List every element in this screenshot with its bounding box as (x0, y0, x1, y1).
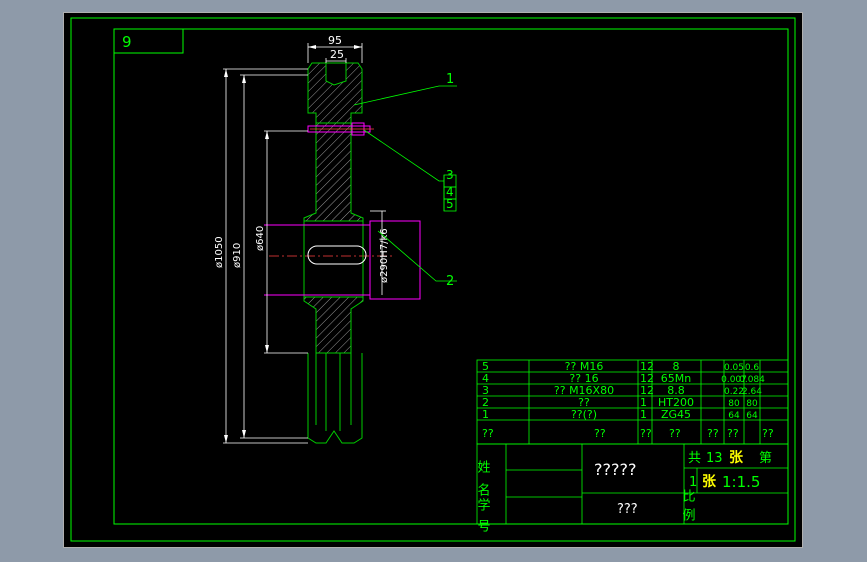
parts-cell-material: ZG45 (661, 408, 691, 421)
parts-cell-total_wt: 80 (746, 399, 758, 409)
id-label: 学号 (475, 497, 491, 540)
parts-header-remark: ?? (762, 427, 774, 440)
sheet-number: 9 (122, 33, 132, 51)
drawing-sheet: 9 95 25 ø1050 ø910 ø640 ø290H7/k6 1 2 3 … (63, 12, 803, 548)
drawing-name: ????? (594, 460, 636, 479)
scale-value: 1:1.5 (722, 473, 760, 491)
balloon-3: 3 (446, 168, 454, 182)
parts-cell-total_wt: 2.64 (742, 387, 762, 397)
sheet-no-label: 第 (759, 451, 772, 466)
balloon-1: 1 (446, 72, 454, 87)
sheet-unit: 张 (729, 450, 744, 466)
dim-inner-dia: ø640 (255, 226, 266, 251)
web-upper (303, 122, 364, 222)
parts-header-unit_wt: ?? (707, 427, 719, 440)
rim-groove (325, 62, 347, 86)
parts-cell-no: 1 (482, 408, 489, 421)
parts-header-no: ?? (482, 427, 494, 440)
school-name: ??? (617, 502, 638, 517)
parts-header-qty: ?? (640, 427, 652, 440)
parts-cell-total_wt: 0.084 (739, 375, 765, 385)
shaft (264, 220, 421, 300)
parts-cell-unit_wt: 0.05 (724, 363, 744, 373)
sheets-total-label: 共 (688, 451, 701, 466)
parts-cell-unit_wt: 80 (728, 399, 740, 409)
inner-border (70, 17, 796, 542)
dim-top-width: 95 (328, 34, 342, 47)
parts-cell-name: ??(?) (571, 408, 597, 421)
sheet-no: 1 (689, 475, 697, 490)
parts-cell-total_wt: 64 (746, 411, 758, 421)
web-lower (303, 296, 364, 354)
sheet-unit-2: 张 (702, 474, 717, 490)
parts-cell-unit_wt: 64 (728, 411, 740, 421)
dim-pitch-dia: ø910 (232, 243, 243, 268)
parts-header-total_wt: ?? (727, 427, 739, 440)
hub-outline (303, 220, 364, 298)
dim-slot-width: 25 (330, 48, 344, 61)
scale-label: 比例 (680, 489, 696, 527)
cad-drawing: 9 95 25 ø1050 ø910 ø640 ø290H7/k6 1 2 3 … (70, 17, 796, 542)
rim-bottom-edge (307, 425, 363, 444)
dim-outer-dia: ø1050 (214, 236, 225, 268)
sheets-total: 13 (706, 451, 723, 466)
leaders (353, 85, 457, 282)
balloon-5: 5 (446, 197, 454, 211)
balloon-2: 2 (446, 274, 454, 289)
parts-header-material: ?? (669, 427, 681, 440)
parts-cell-qty: 1 (640, 408, 647, 421)
parts-header-name: ?? (594, 427, 606, 440)
parts-cell-total_wt: 0.6 (745, 363, 760, 373)
wheel-section (303, 62, 364, 444)
